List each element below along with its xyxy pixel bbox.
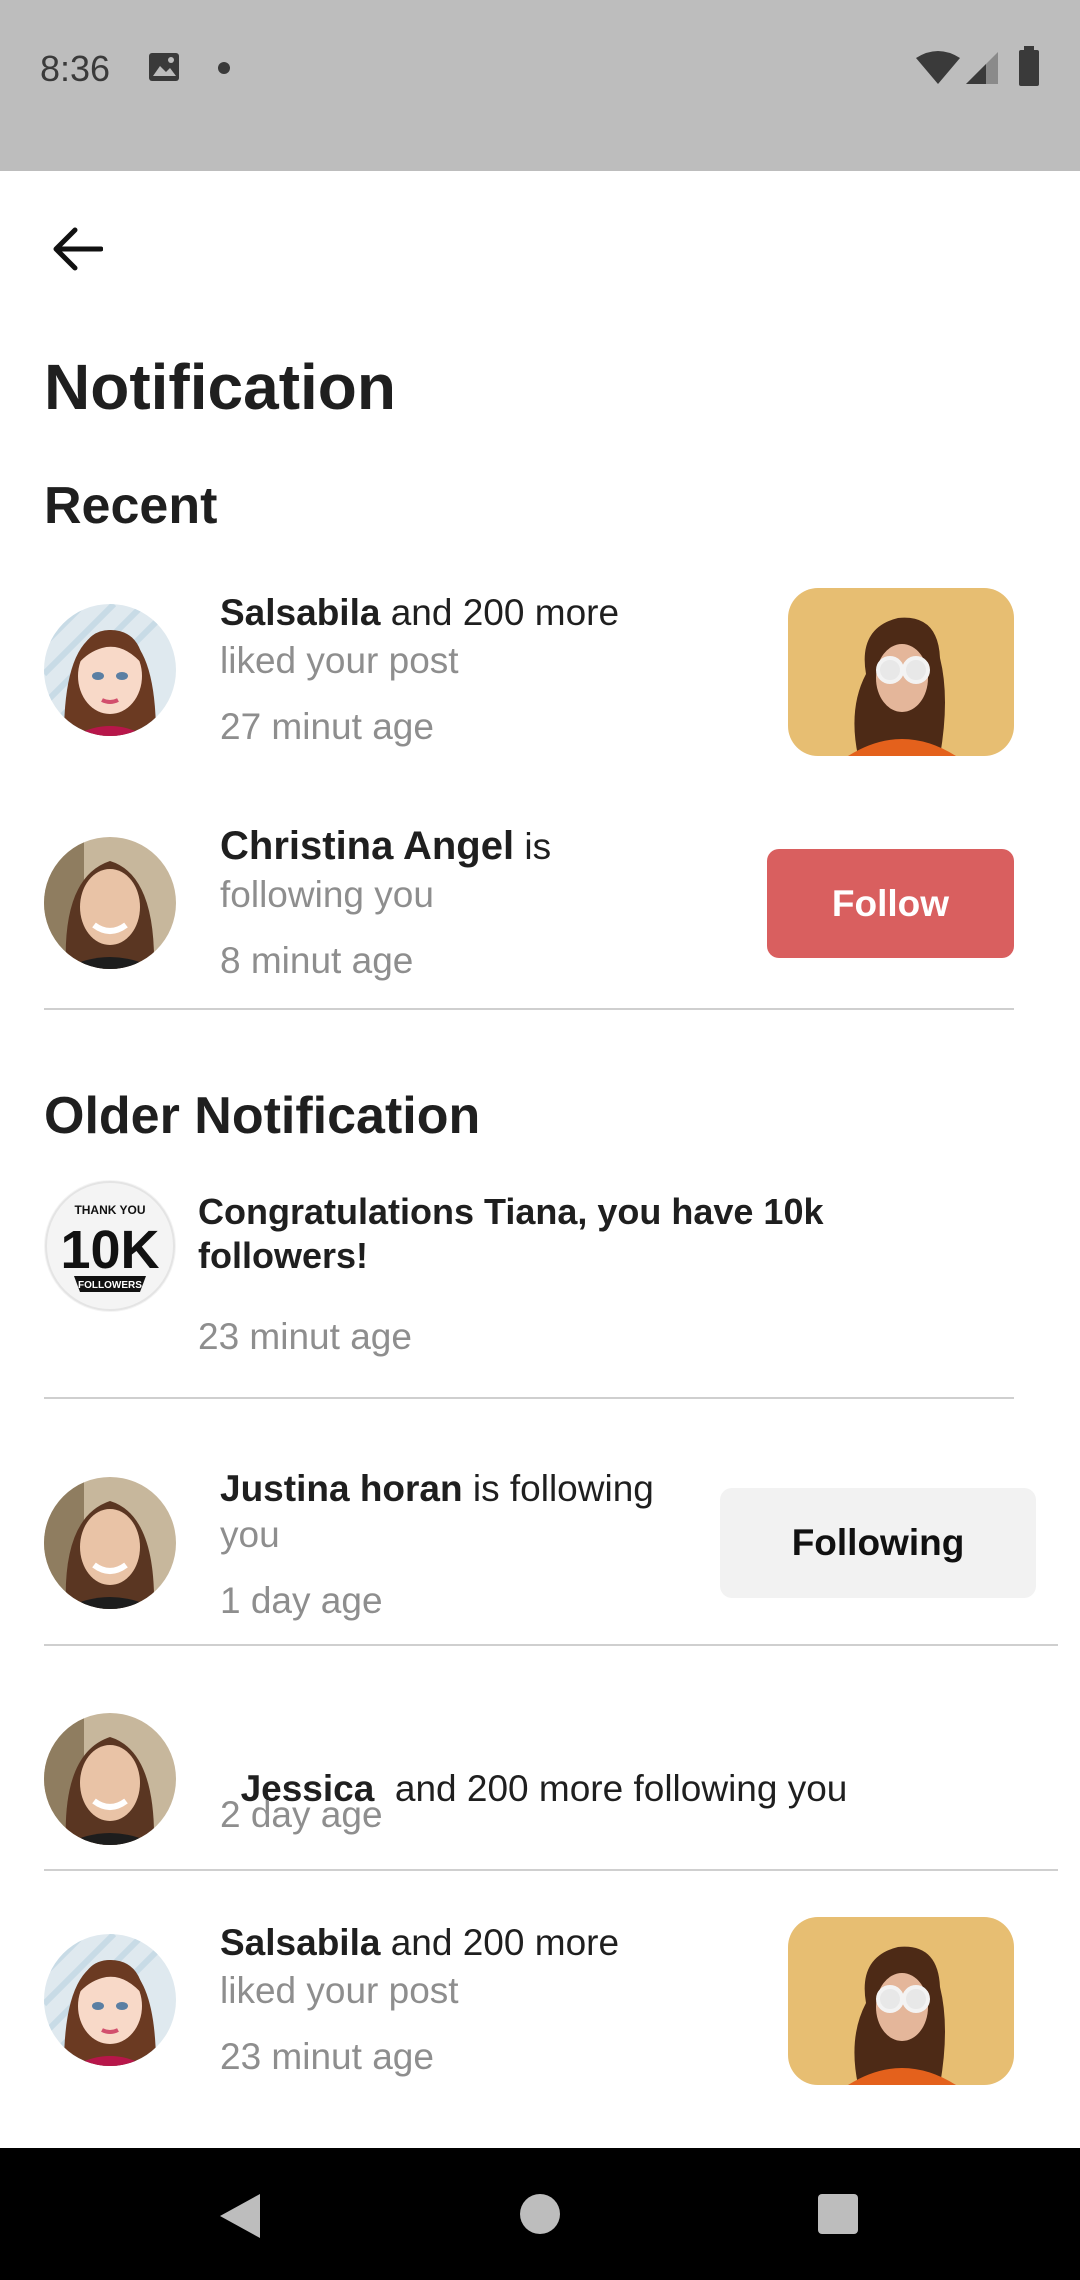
avatar[interactable] (44, 1477, 176, 1609)
section-title-recent: Recent (44, 477, 218, 535)
thank-you-10k-icon: THANK YOU 10K FOLLOWERS (45, 1181, 175, 1311)
notification-detail: is (514, 826, 552, 867)
divider (44, 1869, 1058, 1871)
photo-avatar-icon (44, 1713, 176, 1845)
status-bar: 8:36 (0, 0, 1080, 171)
congrats-text: Congratulations Tiana, you have 10k foll… (198, 1191, 824, 1276)
signal-icon (966, 52, 998, 84)
badge-10k-followers: THANK YOU 10K FOLLOWERS (44, 1180, 176, 1312)
arrow-left-icon (53, 227, 103, 271)
avatar[interactable] (44, 837, 176, 969)
notification-time: 1 day age (220, 1580, 383, 1621)
page-title: Notification (44, 351, 396, 423)
post-photo-icon (788, 1917, 1014, 2085)
notification-time: 23 minut age (198, 1316, 412, 1357)
notification-detail: and 200 more (380, 1922, 620, 1963)
cartoon-avatar-icon (44, 604, 176, 736)
user-name[interactable]: Salsabila (220, 592, 380, 633)
badge-top-text: THANK YOU (74, 1203, 145, 1217)
wifi-icon (916, 51, 960, 84)
section-title-older: Older Notification (44, 1087, 481, 1145)
follow-button[interactable]: Follow (767, 849, 1014, 958)
notification-action: liked your post (220, 640, 459, 681)
notification-action: following you (220, 874, 434, 915)
photo-avatar-icon (44, 1477, 176, 1609)
notification-action: liked your post (220, 1970, 459, 2011)
post-thumbnail[interactable] (788, 1917, 1014, 2085)
notification-detail: and 200 more (380, 592, 620, 633)
notification-text: Christina Angel is (220, 824, 551, 869)
nav-back-icon[interactable] (218, 2192, 262, 2240)
divider (44, 1397, 1014, 1399)
user-name[interactable]: Christina Angel (220, 824, 514, 868)
nav-home-icon[interactable] (520, 2194, 560, 2234)
avatar[interactable] (44, 604, 176, 736)
badge-bottom-text: FOLLOWERS (78, 1280, 142, 1291)
image-notification-icon (149, 53, 179, 81)
notification-detail: is following (462, 1468, 654, 1509)
notification-time: 23 minut age (220, 2036, 434, 2077)
avatar[interactable] (44, 1934, 176, 2066)
divider (44, 1644, 1058, 1646)
notification-dot-icon (218, 62, 230, 74)
notification-action: you (220, 1514, 280, 1555)
divider (44, 1008, 1014, 1010)
notification-text: Salsabila and 200 more (220, 592, 619, 634)
battery-icon (1019, 46, 1039, 86)
notification-time: 27 minut age (220, 706, 434, 747)
following-button[interactable]: Following (720, 1488, 1036, 1598)
notification-text: Salsabila and 200 more (220, 1922, 619, 1964)
nav-recents-icon[interactable] (818, 2194, 858, 2234)
cartoon-avatar-icon (44, 1934, 176, 2066)
back-button[interactable] (40, 212, 114, 286)
post-thumbnail[interactable] (788, 588, 1014, 756)
status-time: 8:36 (40, 48, 111, 89)
photo-avatar-icon (44, 837, 176, 969)
notification-time: 8 minut age (220, 940, 414, 981)
user-name[interactable]: Salsabila (220, 1922, 380, 1963)
notification-detail: and 200 more following you (374, 1768, 848, 1809)
avatar[interactable] (44, 1713, 176, 1845)
user-name[interactable]: Justina horan (220, 1468, 463, 1509)
notification-text: Justina horan is following (220, 1468, 654, 1510)
post-photo-icon (788, 588, 1014, 756)
notification-time: 2 day age (220, 1794, 383, 1835)
badge-big-text: 10K (60, 1220, 159, 1280)
